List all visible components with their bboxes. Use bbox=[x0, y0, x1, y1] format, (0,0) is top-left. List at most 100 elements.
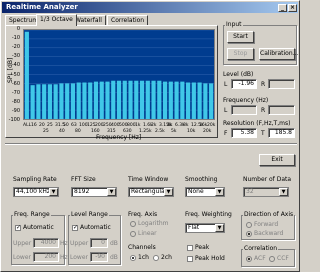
freq-weighting-value: Flat bbox=[188, 224, 200, 231]
direction-forward-label: Forward bbox=[254, 221, 279, 228]
bar-1.6k bbox=[145, 80, 150, 119]
level-upper-input[interactable]: 0 bbox=[90, 238, 108, 248]
chevron-down-icon: ▼ bbox=[107, 188, 116, 196]
spectrum-chart bbox=[23, 29, 215, 120]
correlation-ccf-label: CCF bbox=[277, 255, 289, 262]
y-tick-label: -20 bbox=[11, 44, 20, 51]
calibration-button[interactable]: Calibration... bbox=[259, 48, 298, 60]
level-r-value bbox=[268, 79, 295, 89]
peak-hold-checkbox[interactable] bbox=[187, 256, 193, 262]
sampling-rate-select[interactable]: 44,100 kHz ▼ bbox=[13, 187, 59, 197]
smoothing-select[interactable]: None ▼ bbox=[185, 187, 225, 197]
bar-80 bbox=[70, 83, 76, 119]
y-tick-label: 0 bbox=[16, 26, 20, 32]
close-icon[interactable]: × bbox=[288, 4, 297, 12]
level-range-label: Level Range bbox=[70, 211, 109, 218]
peak-checkbox[interactable] bbox=[187, 245, 193, 251]
time-window-select[interactable]: Rectangular ▼ bbox=[128, 187, 174, 197]
chevron-down-icon: ▼ bbox=[215, 188, 224, 196]
bar-400 bbox=[111, 80, 116, 119]
tab-third-octave[interactable]: 1/3 Octave bbox=[36, 14, 77, 26]
freq-axis-label: Freq. Axis bbox=[128, 211, 158, 218]
level-lower-input[interactable]: -90 bbox=[90, 252, 108, 262]
channel-1-radio[interactable] bbox=[130, 255, 136, 261]
bar-100 bbox=[76, 82, 81, 119]
bar-16k bbox=[203, 83, 208, 119]
x-tick-label: 10k bbox=[187, 129, 196, 134]
bar-2.5k bbox=[157, 80, 162, 119]
bar-12.5k bbox=[197, 82, 202, 119]
peak-hold-label: Peak Hold bbox=[195, 255, 225, 262]
freq-range-auto-label: Automatic bbox=[23, 224, 54, 231]
freq-lower-input[interactable]: 200 bbox=[33, 252, 59, 262]
bar-4k bbox=[168, 81, 173, 119]
bar-10k bbox=[191, 82, 196, 119]
bar-63 bbox=[65, 83, 70, 119]
minimize-button[interactable]: _ bbox=[278, 4, 287, 12]
frequency-l-value bbox=[231, 105, 257, 115]
bar-630 bbox=[122, 80, 127, 119]
start-button[interactable]: Start bbox=[227, 31, 254, 43]
y-tick-label: -100 bbox=[8, 117, 20, 123]
resolution-t-label: T bbox=[261, 130, 265, 137]
bar-ALL bbox=[24, 31, 29, 119]
freq-range-auto-checkbox[interactable]: ✓ bbox=[15, 225, 21, 231]
bar-500 bbox=[116, 80, 122, 119]
x-tick-label: 5k bbox=[171, 129, 177, 134]
frequency-label: Frequency (Hz) bbox=[223, 97, 269, 104]
window-title: Realtime Analyzer bbox=[6, 3, 78, 11]
bar-16 bbox=[30, 85, 35, 119]
channel-1-label: 1ch bbox=[138, 254, 149, 261]
number-of-data-value: 32 bbox=[246, 188, 254, 195]
correlation-acf-label: ACF bbox=[254, 255, 266, 262]
freq-weighting-select[interactable]: Flat ▼ bbox=[185, 223, 225, 233]
sampling-rate-value: 44,100 kHz bbox=[16, 188, 51, 195]
y-tick-label: -90 bbox=[11, 107, 20, 114]
fft-size-select[interactable]: 8192 ▼ bbox=[71, 187, 117, 197]
x-tick-label: 20k bbox=[203, 129, 212, 134]
y-tick-label: -50 bbox=[11, 71, 20, 78]
level-upper-unit: dB bbox=[110, 240, 118, 247]
freq-upper-label: Upper bbox=[13, 240, 32, 247]
freq-axis-log-radio[interactable] bbox=[130, 221, 136, 227]
x-tick-label: 2.5k bbox=[155, 129, 165, 134]
x-tick-label: 16 bbox=[31, 123, 37, 128]
peak-label: Peak bbox=[195, 244, 210, 251]
freq-lower-unit: Hz bbox=[60, 254, 68, 261]
chevron-down-icon: ▼ bbox=[279, 188, 288, 196]
level-range-auto-checkbox[interactable]: ✓ bbox=[72, 225, 78, 231]
exit-button[interactable]: Exit bbox=[259, 154, 295, 166]
correlation-acf-radio[interactable] bbox=[246, 256, 252, 262]
title-bar: Realtime Analyzer _ × bbox=[2, 2, 298, 13]
stop-button[interactable]: Stop bbox=[227, 48, 254, 60]
freq-upper-input[interactable]: 4000 bbox=[33, 238, 59, 248]
resolution-t-value: 185.8 bbox=[268, 128, 295, 138]
level-label: Level (dB) bbox=[223, 71, 254, 78]
level-r-label: R bbox=[261, 81, 266, 88]
correlation-ccf-radio[interactable] bbox=[269, 256, 275, 262]
bar-20k bbox=[209, 83, 214, 119]
freq-axis-linear-radio[interactable] bbox=[130, 231, 136, 237]
channels-label: Channels bbox=[128, 244, 156, 251]
tab-correlation[interactable]: Correlation bbox=[107, 15, 149, 25]
x-tick-label: 40 bbox=[59, 129, 65, 134]
correlation-label: Correlation bbox=[243, 245, 279, 252]
smoothing-label: Smoothing bbox=[185, 176, 218, 183]
direction-forward-radio[interactable] bbox=[246, 222, 252, 228]
direction-backward-radio[interactable] bbox=[246, 231, 252, 237]
time-window-label: Time Window bbox=[128, 176, 169, 183]
bar-40 bbox=[53, 84, 58, 119]
y-tick-label: -10 bbox=[11, 35, 20, 42]
bar-800 bbox=[128, 80, 133, 119]
freq-axis-log-label: Logarithm bbox=[138, 220, 169, 227]
number-of-data-select[interactable]: 32 ▼ bbox=[243, 187, 289, 197]
separator bbox=[5, 143, 297, 145]
channel-2-radio[interactable] bbox=[153, 255, 159, 261]
bar-31.5 bbox=[47, 84, 52, 119]
freq-range-label: Freq. Range bbox=[13, 211, 51, 218]
x-axis-label: Frequency [Hz] bbox=[96, 134, 142, 141]
fft-size-value: 8192 bbox=[74, 188, 90, 195]
level-l-value: -1.96 bbox=[231, 79, 257, 89]
bar-1k bbox=[134, 80, 139, 119]
fft-size-label: FFT Size bbox=[71, 176, 96, 183]
